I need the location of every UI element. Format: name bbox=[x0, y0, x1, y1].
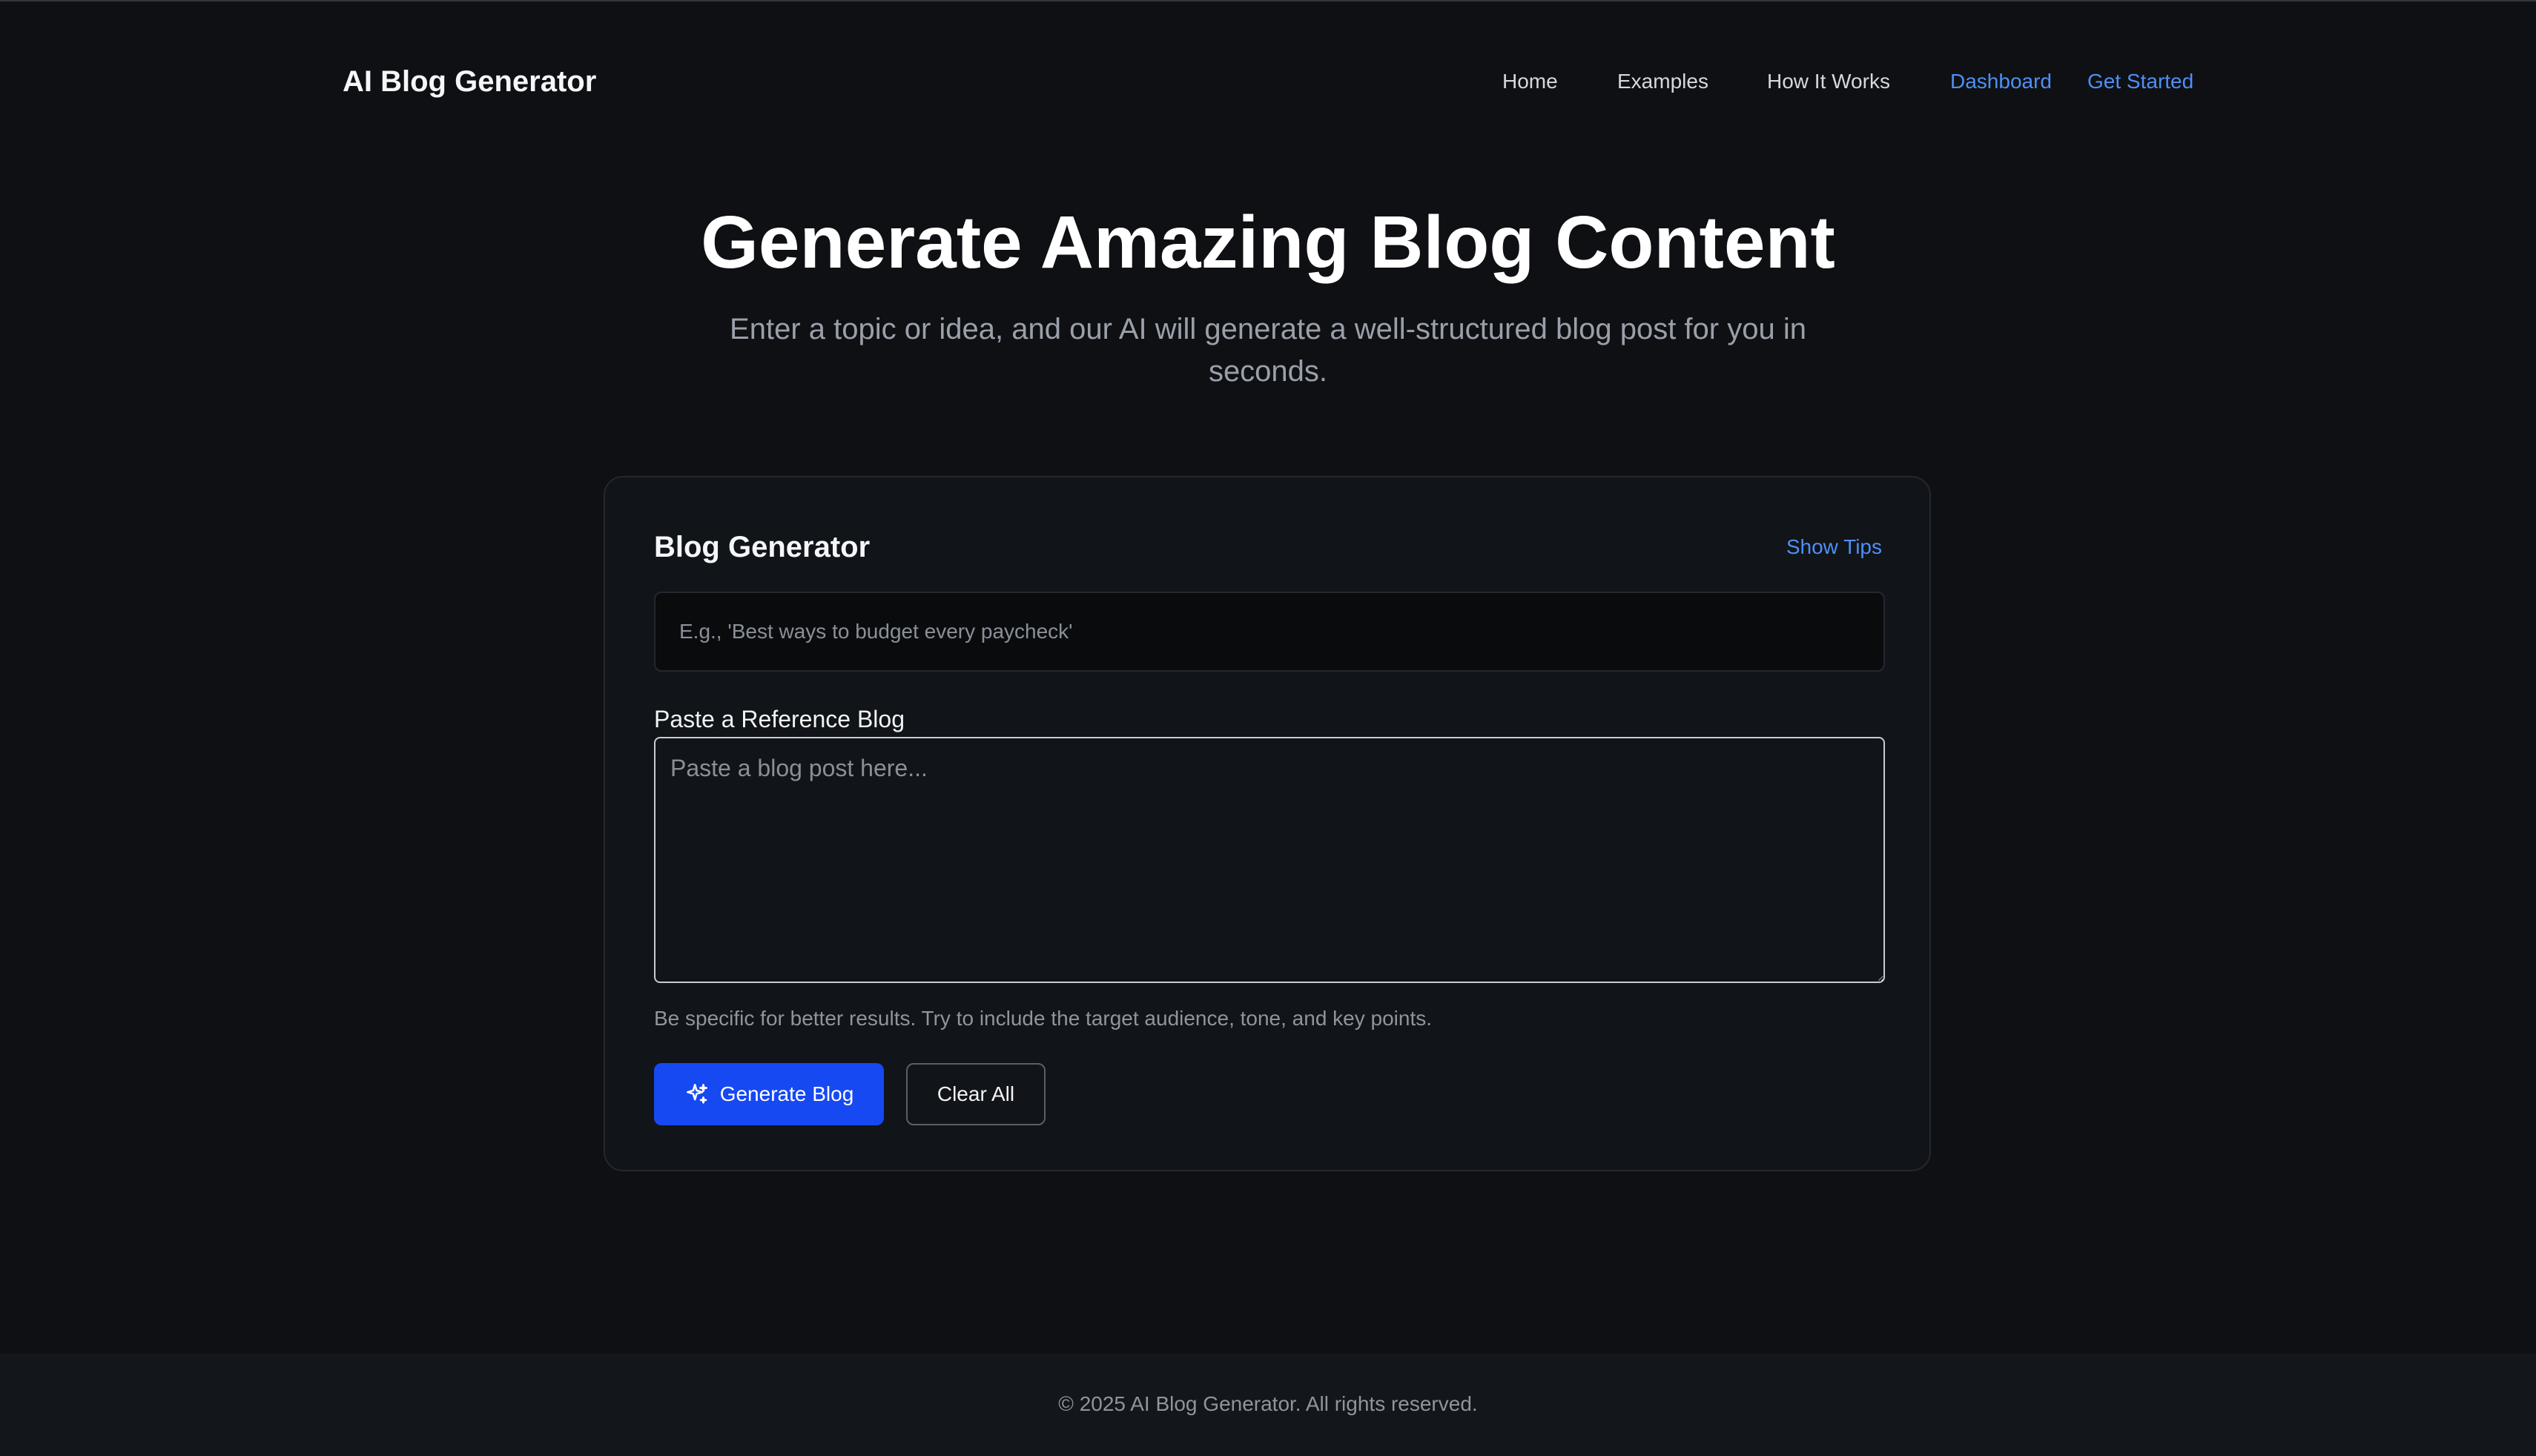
sparkles-icon bbox=[684, 1082, 710, 1107]
nav-home[interactable]: Home bbox=[1502, 67, 1558, 96]
site-header: AI Blog Generator Home Examples How It W… bbox=[0, 0, 2536, 163]
card-title: Blog Generator bbox=[654, 531, 871, 563]
main-nav: Home Examples How It Works Dashboard Get… bbox=[0, 67, 2536, 96]
generate-blog-button[interactable]: Generate Blog bbox=[654, 1063, 884, 1125]
footer-copyright: © 2025 AI Blog Generator. All rights res… bbox=[1058, 1392, 1478, 1415]
helper-text: Be specific for better results. Try to i… bbox=[654, 1007, 1433, 1030]
site-footer: © 2025 AI Blog Generator. All rights res… bbox=[0, 1354, 2536, 1456]
hero-subtitle: Enter a topic or idea, and our AI will g… bbox=[730, 313, 1806, 388]
nav-examples[interactable]: Examples bbox=[1617, 67, 1708, 96]
reference-blog-label: Paste a Reference Blog bbox=[654, 706, 905, 732]
nav-how-it-works[interactable]: How It Works bbox=[1767, 67, 1890, 96]
topic-input[interactable] bbox=[654, 592, 1885, 672]
blog-generator-card: Blog Generator Show Tips Paste a Referen… bbox=[604, 476, 1931, 1171]
clear-all-button[interactable]: Clear All bbox=[906, 1063, 1046, 1125]
hero-title: Generate Amazing Blog Content bbox=[701, 201, 1835, 284]
generate-blog-label: Generate Blog bbox=[719, 1082, 854, 1105]
show-tips-link[interactable]: Show Tips bbox=[1786, 532, 1882, 562]
nav-get-started[interactable]: Get Started bbox=[2087, 67, 2193, 96]
reference-blog-textarea[interactable] bbox=[654, 737, 1885, 983]
nav-dashboard[interactable]: Dashboard bbox=[1950, 67, 2052, 96]
